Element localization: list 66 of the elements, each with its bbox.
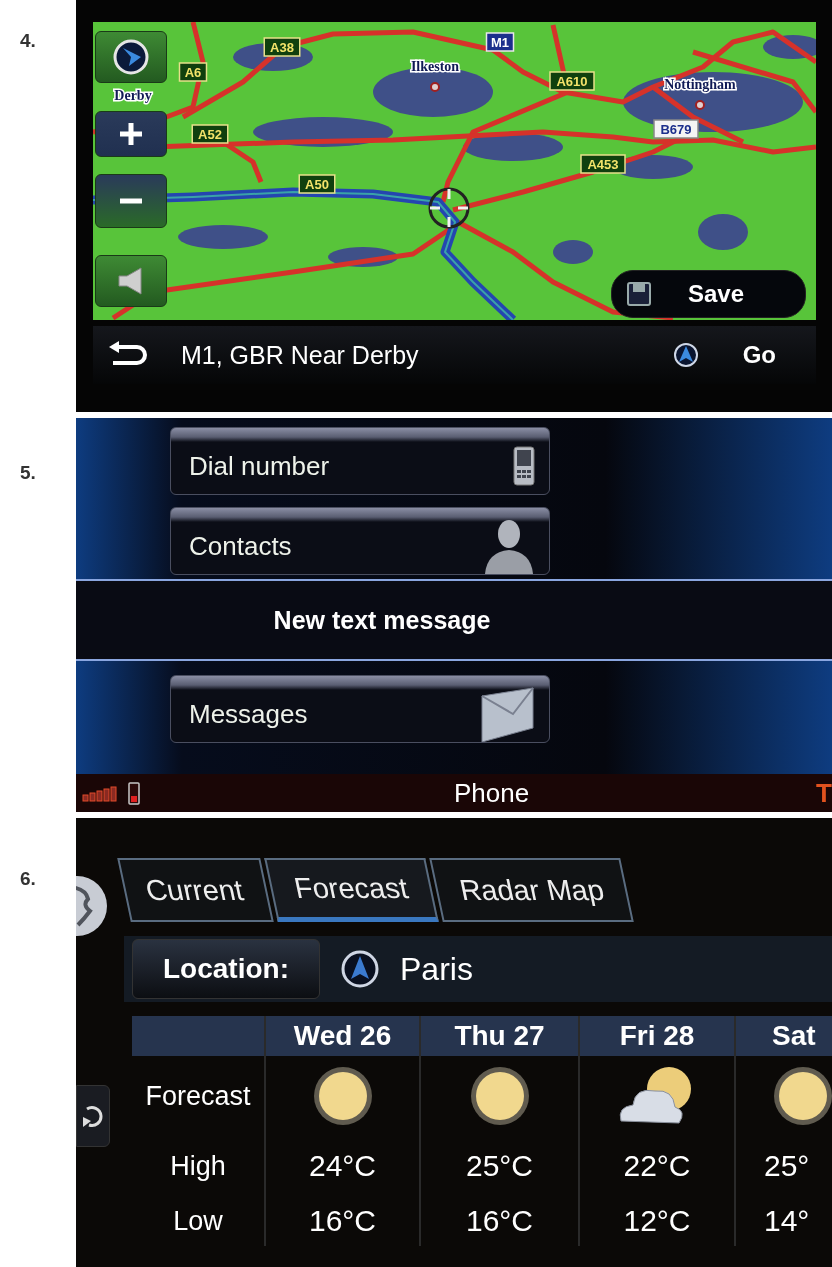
step-number: 6. <box>19 867 37 891</box>
step-number: 4. <box>19 29 37 53</box>
urban-area <box>698 214 748 250</box>
location-text: M1, GBR Near Derby <box>181 340 419 370</box>
row-label: High <box>169 1149 227 1183</box>
menu-banner[interactable]: New text message <box>76 579 832 661</box>
menu-button[interactable]: Contacts <box>170 507 550 575</box>
tab[interactable]: Forecast <box>263 858 439 922</box>
crosshair-icon <box>428 187 470 229</box>
sun-icon <box>311 1065 374 1127</box>
road-sign: A52 <box>191 124 229 144</box>
place-name: Nottingham <box>664 77 736 92</box>
sun-icon <box>772 1065 832 1127</box>
road-sign: A610 <box>549 71 595 91</box>
road-sign: A453 <box>580 154 626 174</box>
low-temperature: 12°C <box>622 1203 692 1239</box>
urban-area <box>763 35 816 59</box>
road-sign: A6 <box>178 62 208 82</box>
low-temperature: 16°C <box>465 1203 534 1239</box>
road-sign: M1 <box>485 32 515 52</box>
compass-icon <box>111 37 151 77</box>
urban-area <box>553 240 593 264</box>
go-button[interactable]: Go <box>672 341 804 369</box>
road-sign: A38 <box>263 37 301 57</box>
high-temperature: 24°C <box>308 1148 377 1184</box>
mobile-phone-icon <box>513 446 535 486</box>
status-text: T <box>816 777 832 809</box>
day-heading: Fri 28 <box>618 1019 696 1053</box>
tab[interactable]: Current <box>117 858 274 922</box>
high-temperature: 25°C <box>465 1148 534 1184</box>
location-button[interactable]: Location: <box>132 939 320 999</box>
tab[interactable]: Radar Map <box>428 858 634 922</box>
screen-title: Phone <box>454 777 530 809</box>
place-name: Derby <box>114 88 152 103</box>
location-value: Paris <box>400 950 473 988</box>
refresh-button[interactable] <box>76 1085 110 1147</box>
road-sign: A50 <box>298 174 336 194</box>
person-silhouette-icon <box>483 518 535 574</box>
day-heading: Wed 26 <box>292 1019 393 1053</box>
menu-button[interactable]: Messages <box>170 675 550 743</box>
road-sign: B679 <box>653 119 699 139</box>
speaker-icon <box>117 266 145 296</box>
plus-icon <box>118 121 144 147</box>
high-temperature: 25° <box>763 1148 811 1184</box>
high-temperature: 22°C <box>622 1148 692 1184</box>
row-label: Forecast <box>144 1079 252 1113</box>
zoom-in-button[interactable] <box>95 111 167 157</box>
zoom-out-button[interactable] <box>95 174 167 228</box>
step-number: 5. <box>19 461 37 485</box>
save-button[interactable]: Save <box>611 270 806 318</box>
sun-icon <box>468 1065 531 1127</box>
menu-button[interactable]: Dial number <box>170 427 550 495</box>
row-label: Low <box>172 1204 224 1238</box>
day-heading: Thu 27 <box>453 1019 546 1053</box>
urban-area <box>328 247 398 267</box>
globe-icon <box>76 875 108 937</box>
signal-strength-icon <box>82 784 120 802</box>
compass-button[interactable] <box>95 31 167 83</box>
low-temperature: 14° <box>763 1203 811 1239</box>
envelope-icon <box>481 686 535 742</box>
volume-button[interactable] <box>95 255 167 307</box>
day-heading: Sat <box>771 1019 817 1053</box>
minus-icon <box>118 197 144 205</box>
battery-icon <box>128 781 140 805</box>
refresh-arrow-icon <box>83 1103 103 1129</box>
low-temperature: 16°C <box>308 1203 377 1239</box>
